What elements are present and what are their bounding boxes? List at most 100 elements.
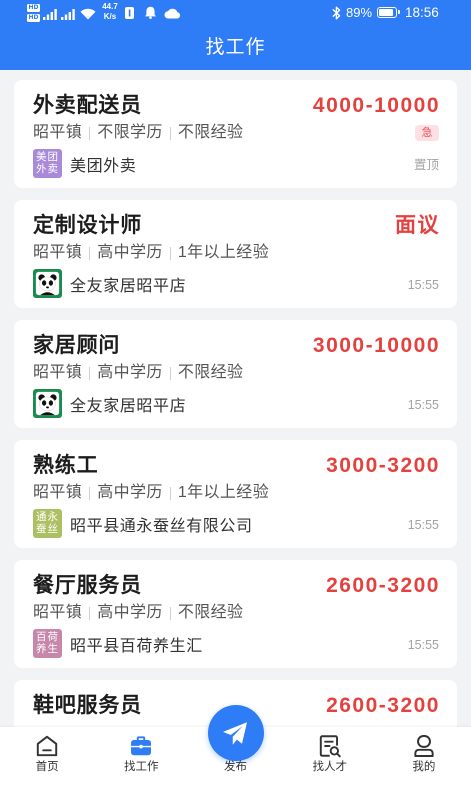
job-location: 昭平镇 bbox=[33, 604, 83, 621]
tab-mine[interactable]: 我的 bbox=[377, 727, 471, 791]
company-row: 百荷 养生 昭平县百荷养生汇 bbox=[33, 629, 203, 658]
app-notification-icon bbox=[125, 7, 134, 19]
job-title: 餐厅服务员 bbox=[33, 574, 142, 597]
logo-text: 百荷 bbox=[36, 631, 59, 643]
company-name: 全友家居昭平店 bbox=[70, 397, 187, 415]
job-experience: 不限经验 bbox=[177, 124, 244, 141]
clock: 18:56 bbox=[405, 5, 439, 20]
post-time: 15:55 bbox=[407, 278, 439, 292]
logo-text: 外卖 bbox=[36, 162, 59, 175]
job-salary: 面议 bbox=[395, 214, 440, 237]
company-row: 美团 外卖 美团外卖 bbox=[33, 149, 136, 178]
tag-separator bbox=[89, 126, 91, 140]
signal-icon bbox=[43, 9, 57, 20]
hd-badge: HD bbox=[27, 4, 40, 12]
job-salary: 4000-10000 bbox=[312, 94, 440, 117]
tag-separator bbox=[169, 486, 171, 500]
job-title: 鞋吧服务员 bbox=[33, 694, 142, 717]
post-time: 15:55 bbox=[407, 398, 439, 412]
job-title: 定制设计师 bbox=[33, 214, 142, 237]
tag-separator bbox=[89, 366, 91, 380]
tag-separator bbox=[89, 486, 91, 500]
home-icon bbox=[36, 735, 58, 757]
network-speed-unit: K/s bbox=[103, 12, 117, 21]
job-location: 昭平镇 bbox=[33, 484, 83, 501]
tag-separator bbox=[89, 606, 91, 620]
job-experience: 1年以上经验 bbox=[177, 484, 270, 501]
tab-label: 找人才 bbox=[312, 761, 347, 773]
job-salary: 3000-3200 bbox=[326, 454, 440, 477]
page-title: 找工作 bbox=[205, 37, 266, 58]
job-location: 昭平镇 bbox=[33, 124, 83, 141]
tab-label: 我的 bbox=[412, 761, 436, 773]
company-name: 昭平县通永蚕丝有限公司 bbox=[70, 517, 253, 535]
wifi-icon bbox=[80, 8, 96, 20]
job-tags: 昭平镇 高中学历 1年以上经验 bbox=[33, 483, 269, 503]
company-name: 昭平县百荷养生汇 bbox=[70, 637, 203, 655]
publish-button[interactable] bbox=[207, 705, 264, 761]
job-location: 昭平镇 bbox=[33, 244, 83, 261]
company-logo: 百荷 养生 bbox=[33, 629, 62, 658]
tag-separator bbox=[169, 606, 171, 620]
tab-label: 找工作 bbox=[124, 761, 159, 773]
logo-text: 通永 bbox=[36, 511, 59, 523]
company-name: 美团外卖 bbox=[70, 157, 137, 175]
cloud-icon bbox=[164, 8, 181, 19]
signal-icon bbox=[61, 9, 75, 20]
tag-separator bbox=[89, 246, 91, 260]
tab-label: 发布 bbox=[224, 761, 247, 773]
network-speed-value: 44.7 bbox=[102, 2, 118, 11]
job-card[interactable]: 熟练工 3000-3200 昭平镇 高中学历 1年以上经验 通永 蚕丝 昭平县通永蚕丝有限公司… bbox=[14, 440, 457, 548]
logo-text: 蚕丝 bbox=[36, 522, 59, 535]
job-experience: 不限经验 bbox=[177, 604, 244, 621]
company-logo: 通永 蚕丝 bbox=[33, 509, 62, 538]
paper-plane-icon bbox=[222, 721, 247, 745]
job-education: 高中学历 bbox=[97, 604, 163, 621]
job-tags: 昭平镇 高中学历 不限经验 bbox=[33, 363, 243, 383]
company-row: 全友家居昭平店 bbox=[33, 389, 186, 418]
company-logo bbox=[33, 269, 62, 298]
post-time: 15:55 bbox=[407, 518, 439, 532]
logo-text: 养生 bbox=[36, 642, 59, 655]
job-card[interactable]: 家居顾问 3000-10000 昭平镇 高中学历 不限经验全友家居昭平店 15:55 bbox=[14, 320, 457, 428]
job-title: 外卖配送员 bbox=[33, 94, 142, 117]
job-education: 高中学历 bbox=[97, 244, 163, 261]
job-education: 高中学历 bbox=[97, 484, 163, 501]
network-speed: 44.7 K/s bbox=[99, 2, 121, 22]
job-card[interactable]: 定制设计师 面议昭平镇 高中学历 1年以上经验全友家居昭平店 15:55 bbox=[14, 200, 457, 308]
panda-logo-icon bbox=[35, 271, 60, 296]
bottom-tab-bar: 首页 找工作 发布 找人才 我的 bbox=[0, 705, 471, 791]
bluetooth-icon bbox=[332, 6, 341, 20]
job-salary: 2600-3200 bbox=[326, 574, 440, 597]
job-list[interactable]: 外卖配送员 4000-10000 昭平镇 不限学历 不限经验急美团 外卖 美团外卖 置顶 定制设… bbox=[14, 80, 457, 791]
job-education: 高中学历 bbox=[97, 364, 163, 381]
company-name: 全友家居昭平店 bbox=[70, 277, 187, 295]
tab-home[interactable]: 首页 bbox=[0, 727, 94, 791]
job-card[interactable]: 餐厅服务员 2600-3200 昭平镇 高中学历 不限经验 百荷 养生 昭平县百荷养生汇 15:… bbox=[14, 560, 457, 668]
job-salary: 3000-10000 bbox=[312, 334, 440, 357]
app-header: 找工作 bbox=[0, 26, 471, 70]
tab-find-job[interactable]: 找工作 bbox=[94, 727, 188, 791]
pinned-label: 置顶 bbox=[413, 158, 439, 172]
tag-separator bbox=[169, 126, 171, 140]
tab-publish[interactable]: 发布 bbox=[188, 705, 282, 791]
bell-icon bbox=[145, 6, 156, 19]
job-card[interactable]: 外卖配送员 4000-10000 昭平镇 不限学历 不限经验 急美团 外卖 美团外卖 置顶 bbox=[14, 80, 457, 188]
job-education: 不限学历 bbox=[97, 124, 163, 141]
job-salary: 2600-3200 bbox=[326, 694, 440, 717]
hd-badge: HD bbox=[27, 14, 40, 22]
job-title: 家居顾问 bbox=[33, 334, 121, 357]
job-experience: 1年以上经验 bbox=[177, 244, 270, 261]
company-logo bbox=[33, 389, 62, 418]
company-row: 全友家居昭平店 bbox=[33, 269, 186, 298]
battery-icon bbox=[377, 7, 400, 18]
tab-label: 首页 bbox=[35, 761, 59, 773]
job-experience: 不限经验 bbox=[177, 364, 244, 381]
panda-logo-icon bbox=[35, 391, 60, 416]
job-tags: 昭平镇 不限学历 不限经验 bbox=[33, 123, 243, 143]
urgent-badge: 急 bbox=[415, 125, 439, 141]
tab-find-talent[interactable]: 找人才 bbox=[283, 727, 377, 791]
job-tags: 昭平镇 高中学历 1年以上经验 bbox=[33, 243, 269, 263]
talent-search-icon bbox=[319, 735, 341, 758]
company-logo: 美团 外卖 bbox=[33, 149, 62, 178]
